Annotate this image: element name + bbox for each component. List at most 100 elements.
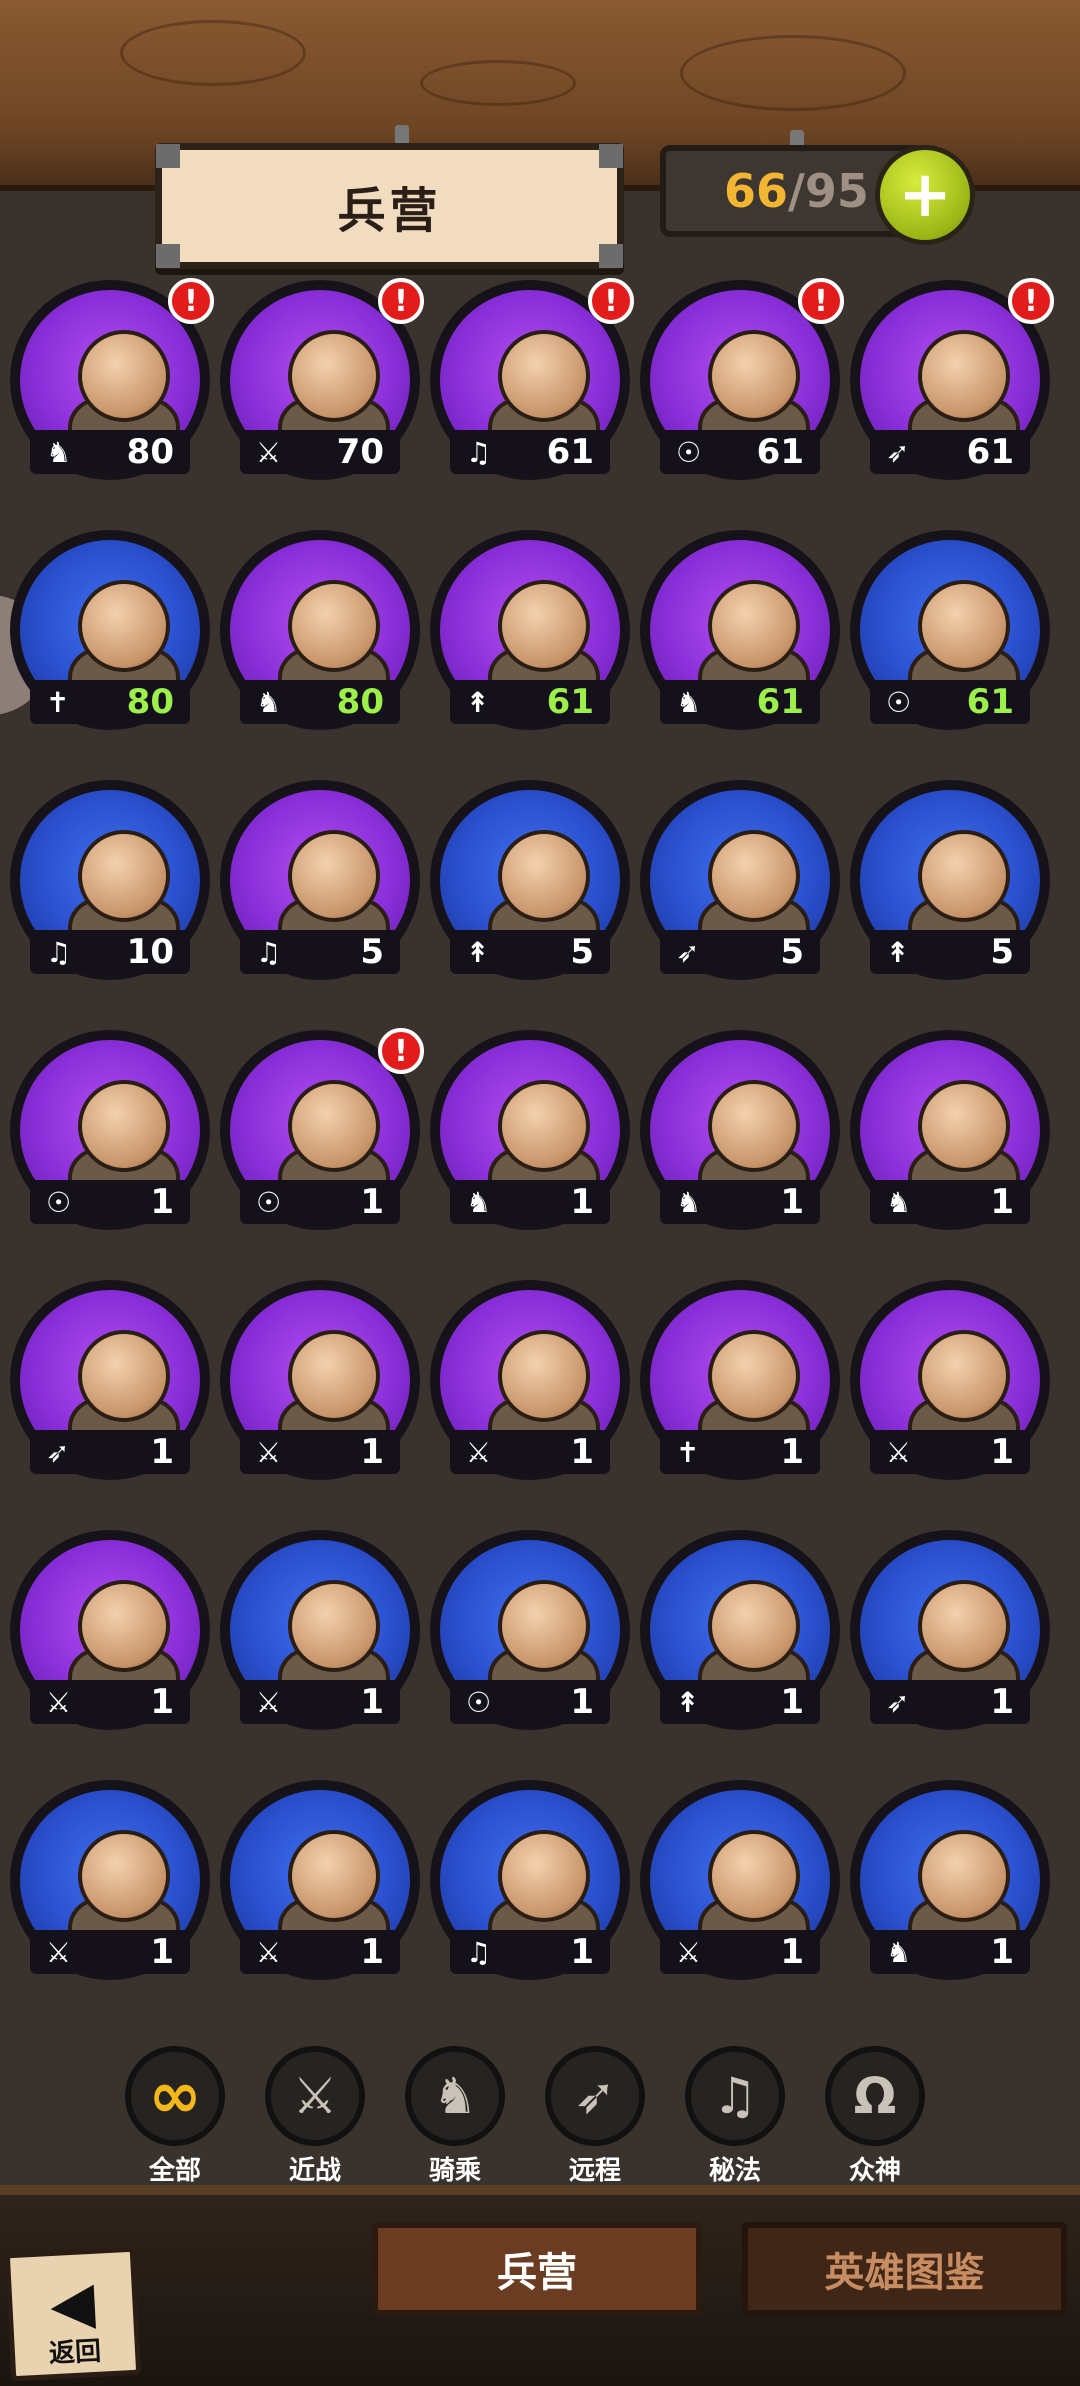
- unit-level: 1: [780, 1682, 804, 1722]
- unit-info-ribbon: ⚔ 1: [450, 1430, 610, 1474]
- unit-level: 1: [360, 1182, 384, 1222]
- alert-icon: !: [168, 278, 214, 324]
- unit-card[interactable]: ✝ 1: [640, 1280, 840, 1480]
- filter-label: 远程: [568, 2156, 621, 2186]
- unit-card[interactable]: ♞ 61: [640, 530, 840, 730]
- hero-head-art: [498, 330, 590, 422]
- unit-card[interactable]: ☉ 61: [850, 530, 1050, 730]
- god-icon: ☉: [676, 435, 702, 469]
- unit-card[interactable]: ♫ 1: [430, 1780, 630, 1980]
- unit-level: 5: [990, 932, 1014, 972]
- hero-head-art: [918, 1580, 1010, 1672]
- filter-horse[interactable]: ♞ 骑乘: [400, 2046, 510, 2187]
- filter-label: 众神: [848, 2156, 901, 2186]
- bow-icon: ➶: [46, 1435, 70, 1469]
- page-title: 兵营: [337, 183, 442, 239]
- unit-card[interactable]: ⚔ 1: [640, 1780, 840, 1980]
- unit-card[interactable]: ♞ 1: [430, 1030, 630, 1230]
- sword-icon: ⚔: [256, 1435, 282, 1469]
- unit-card[interactable]: ♞ 1: [850, 1030, 1050, 1230]
- unit-card[interactable]: ↟ 5: [850, 780, 1050, 980]
- filter-sword[interactable]: ⚔ 近战: [260, 2046, 370, 2187]
- unit-card[interactable]: ♞ 1: [640, 1030, 840, 1230]
- alert-icon: !: [378, 278, 424, 324]
- horse-icon: ♞: [676, 685, 702, 719]
- unit-card[interactable]: ⚔ 1: [220, 1280, 420, 1480]
- unit-card[interactable]: ✝ 80: [10, 530, 210, 730]
- unit-card[interactable]: ☉ 1: [430, 1530, 630, 1730]
- unit-card[interactable]: ⚔ 1: [430, 1280, 630, 1480]
- unit-level: 1: [360, 1932, 384, 1972]
- hero-head-art: [498, 1330, 590, 1422]
- hero-head-art: [918, 1830, 1010, 1922]
- unit-card[interactable]: ♞ 1: [850, 1780, 1050, 1980]
- unit-info-ribbon: ⚔ 1: [870, 1430, 1030, 1474]
- corner-decoration: [599, 244, 623, 268]
- horse-icon: ♞: [256, 685, 282, 719]
- unit-card[interactable]: ➶ 61!: [850, 278, 1054, 480]
- unit-level: 1: [360, 1682, 384, 1722]
- filter-infinity[interactable]: ∞ 全部: [120, 2046, 230, 2187]
- unit-card[interactable]: ♞ 80!: [10, 278, 214, 480]
- unit-info-ribbon: ➶ 1: [30, 1430, 190, 1474]
- back-button[interactable]: ◀ 返回: [4, 2246, 142, 2382]
- god-icon: ☉: [886, 685, 912, 719]
- magic-icon: ♫: [685, 2046, 785, 2146]
- tab-hero-gallery[interactable]: 英雄图鉴: [742, 2222, 1067, 2316]
- spear-icon: ↟: [676, 1685, 700, 1719]
- hero-head-art: [708, 580, 800, 672]
- unit-card[interactable]: ⚔ 70!: [220, 278, 424, 480]
- unit-level: 1: [990, 1682, 1014, 1722]
- sword-icon: ⚔: [256, 435, 282, 469]
- hero-head-art: [708, 1330, 800, 1422]
- unit-level: 1: [570, 1432, 594, 1472]
- unit-card[interactable]: ⚔ 1: [10, 1530, 210, 1730]
- hero-head-art: [288, 330, 380, 422]
- unit-card[interactable]: ♞ 80: [220, 530, 420, 730]
- hero-head-art: [918, 1330, 1010, 1422]
- unit-card[interactable]: ⚔ 1: [10, 1780, 210, 1980]
- unit-card[interactable]: ↟ 5: [430, 780, 630, 980]
- unit-card[interactable]: ⚔ 1: [850, 1280, 1050, 1480]
- hero-head-art: [78, 1830, 170, 1922]
- unit-card[interactable]: ➶ 5: [640, 780, 840, 980]
- unit-card[interactable]: ⚔ 1: [220, 1530, 420, 1730]
- bow-icon: ➶: [886, 1685, 910, 1719]
- unit-card[interactable]: ↟ 61: [430, 530, 630, 730]
- hero-head-art: [918, 330, 1010, 422]
- magic-icon: ♫: [466, 435, 492, 469]
- unit-card[interactable]: ⚔ 1: [220, 1780, 420, 1980]
- unit-info-ribbon: ♫ 5: [240, 930, 400, 974]
- unit-card[interactable]: ↟ 1: [640, 1530, 840, 1730]
- unit-card[interactable]: ➶ 1: [850, 1530, 1050, 1730]
- unit-card[interactable]: ♫ 10: [10, 780, 210, 980]
- unit-info-ribbon: ↟ 61: [450, 680, 610, 724]
- hero-head-art: [288, 830, 380, 922]
- unit-level: 1: [150, 1682, 174, 1722]
- unit-level: 80: [126, 432, 174, 472]
- unit-card[interactable]: ➶ 1: [10, 1280, 210, 1480]
- unit-info-ribbon: ✝ 80: [30, 680, 190, 724]
- unit-level: 5: [570, 932, 594, 972]
- filter-omega[interactable]: Ω 众神: [820, 2046, 930, 2187]
- alert-icon: !: [1008, 278, 1054, 324]
- hero-head-art: [78, 1080, 170, 1172]
- filter-bow[interactable]: ➶ 远程: [540, 2046, 650, 2187]
- back-arrow-icon: ◀: [48, 2267, 97, 2339]
- unit-card[interactable]: ♫ 5: [220, 780, 420, 980]
- unit-level: 1: [570, 1182, 594, 1222]
- tab-barracks[interactable]: 兵营: [372, 2222, 702, 2316]
- unit-card[interactable]: ☉ 1!: [220, 1028, 424, 1230]
- unit-level: 61: [756, 682, 804, 722]
- omega-icon: Ω: [825, 2046, 925, 2146]
- unit-card[interactable]: ♫ 61!: [430, 278, 634, 480]
- unit-card[interactable]: ☉ 61!: [640, 278, 844, 480]
- filter-magic[interactable]: ♫ 秘法: [680, 2046, 790, 2187]
- unit-info-ribbon: ↟ 1: [660, 1680, 820, 1724]
- hero-head-art: [288, 580, 380, 672]
- sword-icon: ⚔: [676, 1935, 702, 1969]
- magic-icon: ♫: [46, 935, 72, 969]
- hero-head-art: [708, 1830, 800, 1922]
- add-capacity-button[interactable]: +: [875, 145, 975, 245]
- unit-card[interactable]: ☉ 1: [10, 1030, 210, 1230]
